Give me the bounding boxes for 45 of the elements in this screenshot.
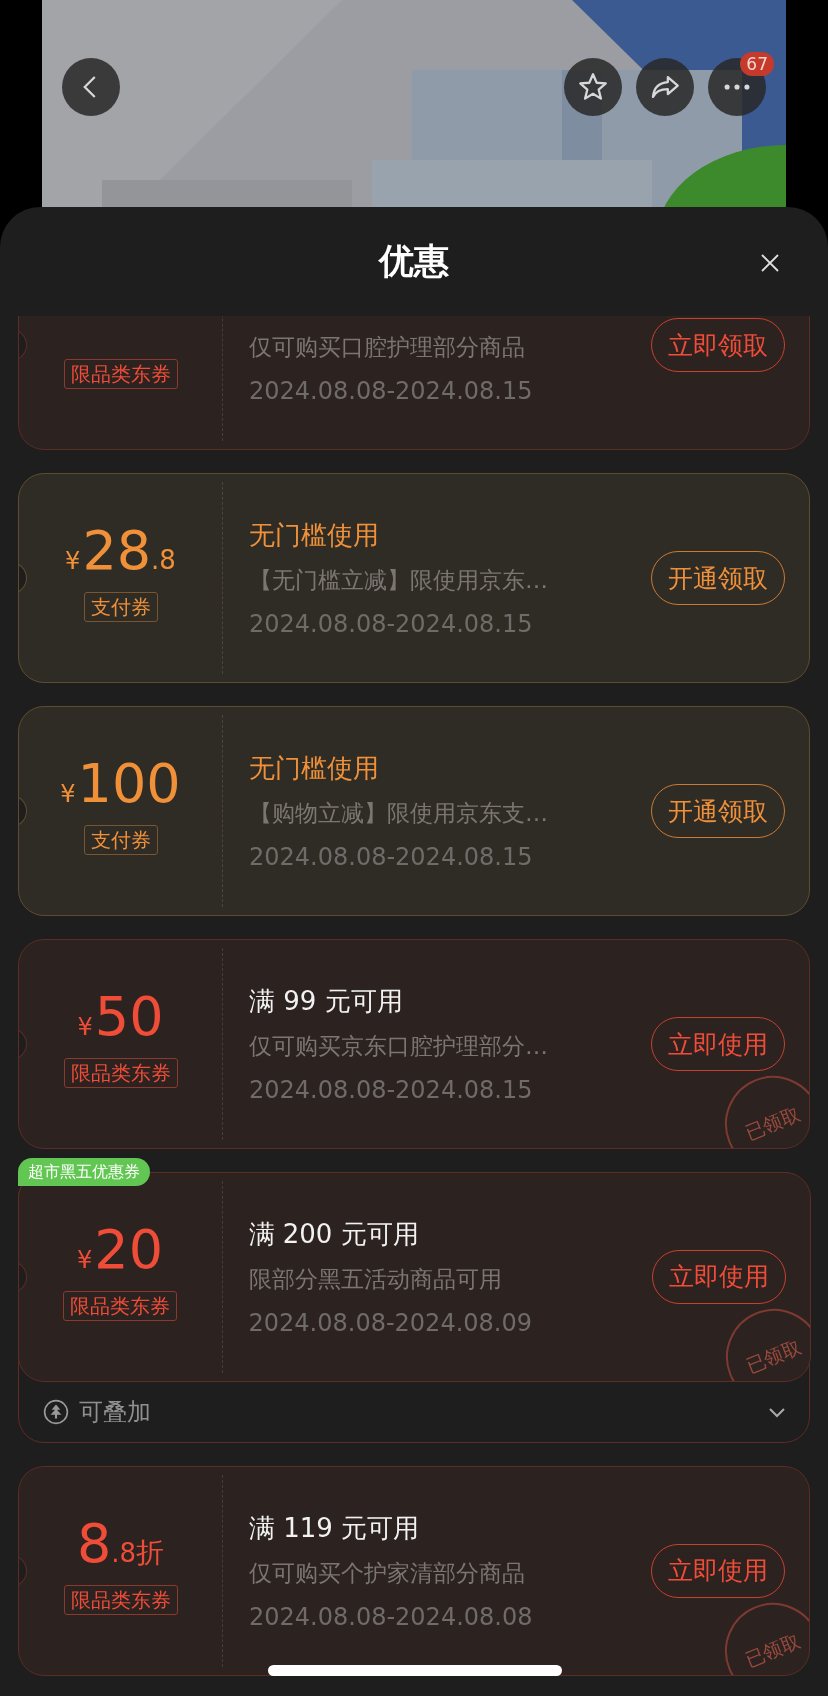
- coupon-condition: 无门槛使用: [249, 752, 380, 785]
- coupon-condition: 无门槛使用: [249, 519, 380, 552]
- back-icon: [83, 76, 96, 98]
- amount-value: 100: [77, 753, 181, 815]
- currency-sign: ¥: [60, 780, 76, 808]
- amount-value: 28: [82, 520, 152, 582]
- coupon-description: 仅可购买口腔护理部分商品: [249, 333, 526, 362]
- coupon-description: 仅可购买京东口腔护理部分…: [249, 1032, 549, 1061]
- coupon-type-tag: 限品类东券: [63, 359, 178, 389]
- coupon-type-tag: 限品类东券: [63, 1584, 178, 1615]
- coupon-condition: 满 119 元可用: [249, 1511, 421, 1545]
- validity-dates: 2024.08.08-2024.08.15: [249, 1075, 534, 1106]
- close-icon: [761, 254, 779, 272]
- currency-sign: ¥: [65, 547, 81, 575]
- coupon-condition: 满 99 元可用: [249, 985, 404, 1018]
- stackable-row[interactable]: 可叠加: [19, 1381, 809, 1442]
- amount-fraction: .8: [151, 545, 176, 575]
- coupon-type-tag: 支付券: [83, 825, 158, 855]
- promo-badge: 超市黑五优惠券: [18, 1158, 150, 1186]
- amount-fraction: .8: [111, 1537, 137, 1568]
- amount-value: 8: [76, 1512, 112, 1575]
- currency-sign: ¥: [77, 1245, 93, 1274]
- more-icon: [724, 84, 750, 90]
- amount-value: 50: [94, 986, 164, 1048]
- coupon-description: 仅可购买个护家清部分商品: [249, 1558, 526, 1588]
- coupon-type-tag: 限品类东券: [63, 1290, 177, 1321]
- sheet-title: 优惠: [379, 240, 449, 283]
- validity-dates: 2024.08.08-2024.08.09: [248, 1307, 533, 1339]
- coupon-condition: 满 200 元可用: [248, 1217, 420, 1251]
- star-icon: [579, 73, 607, 100]
- validity-dates: 2024.08.08-2024.08.15: [249, 842, 534, 873]
- coupon-description: 限部分黑五活动商品可用: [248, 1264, 503, 1294]
- share-icon: [651, 75, 679, 99]
- validity-dates: 2024.08.08-2024.08.08: [249, 1601, 534, 1633]
- coupon-description: 【购物立减】限使用京东支…: [249, 799, 549, 828]
- amount-unit: 折: [136, 1534, 165, 1571]
- validity-dates: 2024.08.08-2024.08.15: [249, 609, 534, 640]
- tree-icon: [43, 1398, 69, 1425]
- amount-value: 20: [94, 1218, 163, 1281]
- coupon-description: 【无门槛立减】限使用京东…: [249, 566, 549, 595]
- currency-sign: ¥: [77, 1013, 93, 1041]
- stackable-label: 可叠加: [79, 1396, 152, 1428]
- validity-dates: 2024.08.08-2024.08.15: [249, 376, 534, 407]
- coupon-type-tag: 支付券: [83, 592, 158, 622]
- coupon-type-tag: 限品类东券: [63, 1058, 178, 1088]
